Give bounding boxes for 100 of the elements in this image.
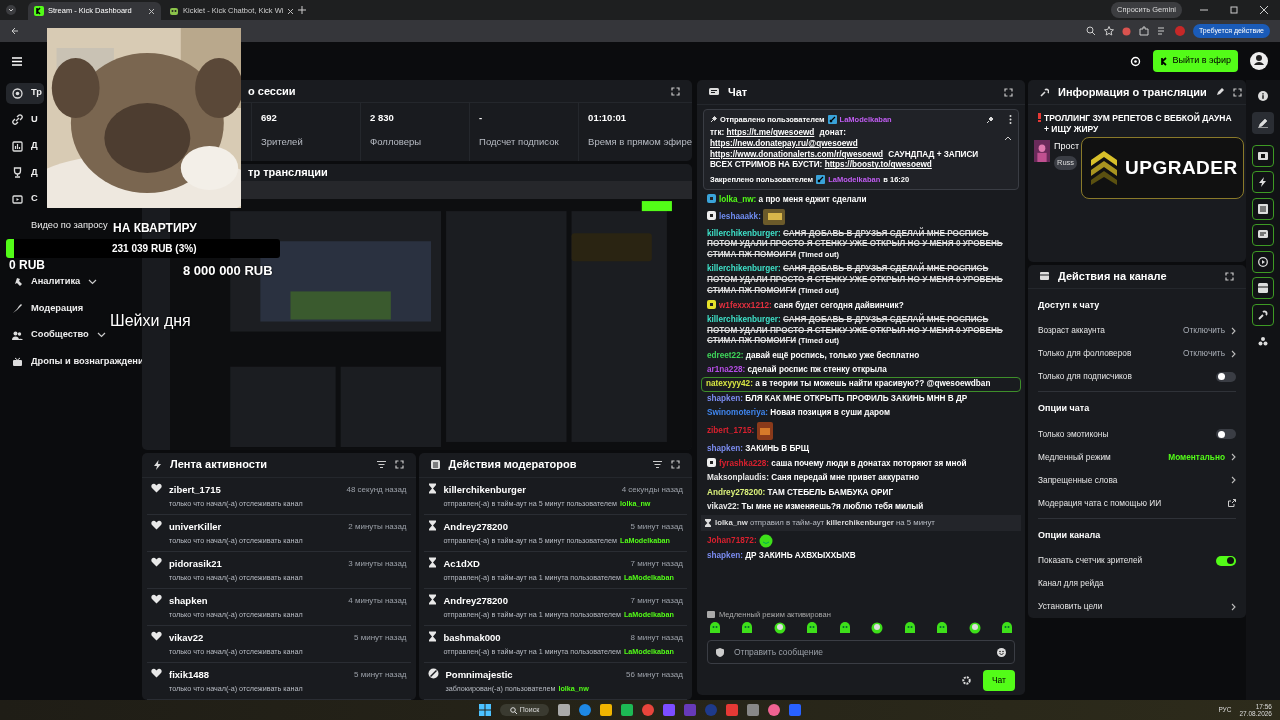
sidebar-item[interactable]: Видео по запросу	[6, 215, 110, 237]
username[interactable]: Ac1dXD	[443, 556, 480, 572]
media-icon[interactable]	[1157, 26, 1167, 36]
username[interactable]: killerchikenburger	[443, 482, 526, 497]
go-live-button[interactable]: Выйти в эфир	[1152, 50, 1238, 72]
external-link-icon[interactable]	[1228, 499, 1236, 508]
chat-username[interactable]: leshaaakk:	[719, 212, 761, 222]
app-icon[interactable]	[558, 704, 571, 716]
app-icon[interactable]	[768, 704, 781, 716]
app-icon[interactable]	[600, 704, 613, 716]
setting-label[interactable]: Канал для рейда	[1038, 577, 1236, 590]
setting-label[interactable]: Запрещенные слова	[1038, 473, 1225, 487]
expand-icon[interactable]	[1225, 271, 1234, 281]
collapse-icon[interactable]	[1004, 136, 1012, 142]
sidebar-item[interactable]: Сообщество	[6, 324, 108, 346]
chat-username[interactable]: Johan71872:	[707, 536, 757, 546]
setting-label[interactable]: Только для подписчиков	[1038, 370, 1210, 383]
chevron-right-icon[interactable]	[1231, 602, 1236, 611]
expand-icon[interactable]	[671, 86, 680, 96]
sidebar-item[interactable]: Д	[6, 135, 40, 157]
close-icon[interactable]	[287, 7, 295, 15]
username[interactable]: zibert_1715	[169, 482, 221, 497]
expand-icon[interactable]	[1004, 87, 1013, 97]
username[interactable]: Pomnimajestic	[445, 667, 513, 683]
emote-icon[interactable]	[806, 622, 819, 635]
chevron-down-icon[interactable]	[96, 332, 106, 339]
setting-label[interactable]: Установить цели	[1038, 600, 1225, 613]
sidebar-item[interactable]: Тр	[6, 82, 44, 104]
sidebar-item[interactable]: Д	[6, 162, 40, 184]
emote-icon[interactable]	[1000, 622, 1013, 635]
setting-label[interactable]: Только для фолловеров	[1038, 347, 1178, 360]
more-icon[interactable]	[1009, 115, 1012, 125]
emote-icon[interactable]	[709, 622, 721, 635]
chevron-right-icon[interactable]	[1231, 453, 1236, 462]
expand-icon[interactable]	[1232, 87, 1242, 97]
extension-icon[interactable]	[1122, 26, 1131, 36]
filter-icon[interactable]	[653, 461, 662, 469]
username[interactable]: pidorasik21	[169, 556, 222, 572]
setting-label[interactable]: Медленный режим	[1038, 450, 1163, 464]
sidebar-button[interactable]	[1252, 277, 1274, 299]
emote-icon[interactable]	[773, 622, 786, 635]
sidebar-button[interactable]	[1252, 224, 1274, 246]
send-button[interactable]: Чат	[982, 670, 1015, 691]
sidebar-button[interactable]	[1252, 111, 1274, 134]
sidebar-button[interactable]	[1252, 144, 1274, 167]
star-icon[interactable]	[1104, 26, 1114, 36]
sidebar-item[interactable]: U	[6, 109, 40, 131]
chevron-right-icon[interactable]	[1231, 349, 1236, 358]
unpin-icon[interactable]	[986, 115, 994, 124]
link[interactable]: https://www.donationalerts.com/r/qwesoewd	[710, 149, 884, 161]
username[interactable]: univerKiller	[169, 519, 222, 534]
sidebar-item[interactable]: Дропы и вознаграждени	[6, 351, 146, 373]
chevron-down-icon[interactable]	[88, 279, 98, 286]
expand-icon[interactable]	[671, 460, 680, 470]
app-icon[interactable]	[621, 704, 634, 716]
emote-icon[interactable]	[741, 622, 754, 635]
emote-icon[interactable]	[871, 622, 884, 635]
username[interactable]: fixik1488	[169, 667, 210, 683]
setting-label[interactable]: Модерация чата с помощью ИИ	[1038, 496, 1222, 510]
setting-label[interactable]: Только эмотиконы	[1038, 427, 1210, 441]
username[interactable]: vikav22	[169, 630, 204, 646]
toggle-switch[interactable]	[1216, 371, 1236, 382]
link[interactable]: https://t.me/qwesoewd	[726, 128, 815, 139]
username[interactable]: shapken	[169, 593, 208, 609]
sidebar-item[interactable]: С	[6, 188, 40, 210]
setting-label[interactable]: Показать счетчик зрителей	[1038, 554, 1210, 567]
zoom-icon[interactable]	[1086, 26, 1096, 36]
app-icon[interactable]	[726, 704, 739, 716]
emote-icon[interactable]	[936, 622, 949, 635]
minimize-icon[interactable]	[1200, 6, 1208, 14]
chevron-right-icon[interactable]	[1231, 476, 1236, 485]
emote-icon[interactable]	[968, 622, 981, 635]
app-icon[interactable]	[747, 704, 760, 716]
edit-icon[interactable]	[1215, 88, 1224, 96]
setting-value[interactable]: Моментально	[1168, 450, 1225, 464]
app-icon[interactable]	[579, 704, 592, 716]
close-icon[interactable]	[148, 7, 155, 15]
sidebar-button[interactable]	[1252, 250, 1274, 273]
sidebar-item[interactable]: Аналитика	[6, 271, 100, 293]
toggle-switch[interactable]	[1216, 555, 1236, 566]
emote-icon[interactable]	[838, 622, 851, 635]
app-icon[interactable]	[642, 704, 655, 716]
setting-label[interactable]: Возраст аккаунта	[1038, 324, 1178, 337]
chat-username[interactable]: zibert_1715:	[707, 426, 755, 436]
sidebar-button[interactable]	[1252, 171, 1274, 193]
setting-value[interactable]: Отключить	[1183, 347, 1225, 360]
username[interactable]: Andrey278200	[443, 593, 508, 609]
avatar-icon[interactable]	[1250, 52, 1268, 70]
category-name[interactable]: Прост	[1054, 139, 1080, 154]
username[interactable]: bashmak000	[443, 630, 501, 646]
setting-value[interactable]: Отключить	[1183, 324, 1225, 337]
sidebar-button[interactable]	[1252, 303, 1274, 326]
sidebar-item[interactable]: Модерация	[6, 298, 86, 320]
tab-list-icon[interactable]	[6, 5, 16, 15]
message-input[interactable]: Отправить сообщение	[707, 640, 1015, 665]
chevron-right-icon[interactable]	[1231, 326, 1236, 335]
start-icon[interactable]	[478, 704, 491, 716]
new-tab-icon[interactable]	[298, 6, 306, 14]
settings-icon[interactable]	[961, 676, 971, 686]
close-icon[interactable]	[1260, 6, 1268, 14]
